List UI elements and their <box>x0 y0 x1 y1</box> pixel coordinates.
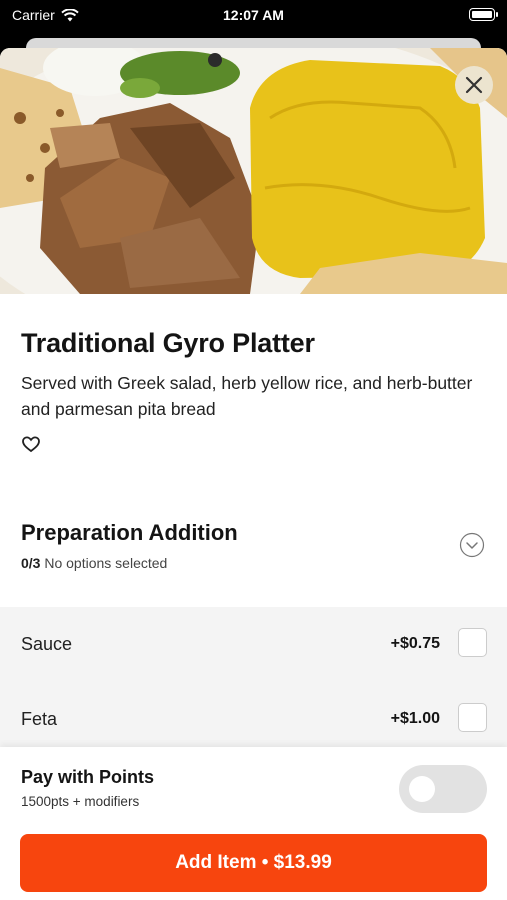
battery-icon <box>469 8 498 21</box>
checkout-bar: Pay with Points 1500pts + modifiers Add … <box>0 747 507 900</box>
option-price: +$0.75 <box>390 635 440 652</box>
selection-count-value: 0/3 <box>21 555 41 571</box>
item-detail-sheet: Traditional Gyro Platter Served with Gre… <box>0 48 507 900</box>
add-item-button[interactable]: Add Item • $13.99 <box>20 834 487 892</box>
heart-outline-icon[interactable] <box>21 434 41 454</box>
selection-status: No options selected <box>44 555 168 571</box>
item-photo <box>0 48 507 294</box>
selection-count: 0/3 No options selected <box>21 555 167 571</box>
section-title-preparation: Preparation Addition <box>21 520 238 545</box>
toggle-knob <box>409 776 435 802</box>
chevron-down-circle-icon[interactable] <box>459 532 485 558</box>
item-description: Served with Greek salad, herb yellow ric… <box>21 373 473 419</box>
option-checkbox[interactable] <box>458 703 487 732</box>
status-time: 12:07 AM <box>223 7 284 23</box>
item-title: Traditional Gyro Platter <box>21 328 315 358</box>
option-list: Sauce +$0.75 Feta +$1.00 <box>0 607 507 747</box>
option-row-sauce[interactable]: Sauce +$0.75 <box>0 614 507 674</box>
option-name: Feta <box>21 709 58 729</box>
status-bar: Carrier 12:07 AM <box>0 0 507 34</box>
points-cost: 1500pts + modifiers <box>21 794 140 809</box>
pay-with-points-toggle[interactable] <box>399 765 487 813</box>
option-row-feta[interactable]: Feta +$1.00 <box>0 689 507 749</box>
option-name: Sauce <box>21 634 73 654</box>
pay-with-points-label: Pay with Points <box>21 767 155 787</box>
close-icon <box>465 76 483 94</box>
option-checkbox[interactable] <box>458 628 487 657</box>
option-price: +$1.00 <box>390 710 440 727</box>
close-button[interactable] <box>455 66 493 104</box>
